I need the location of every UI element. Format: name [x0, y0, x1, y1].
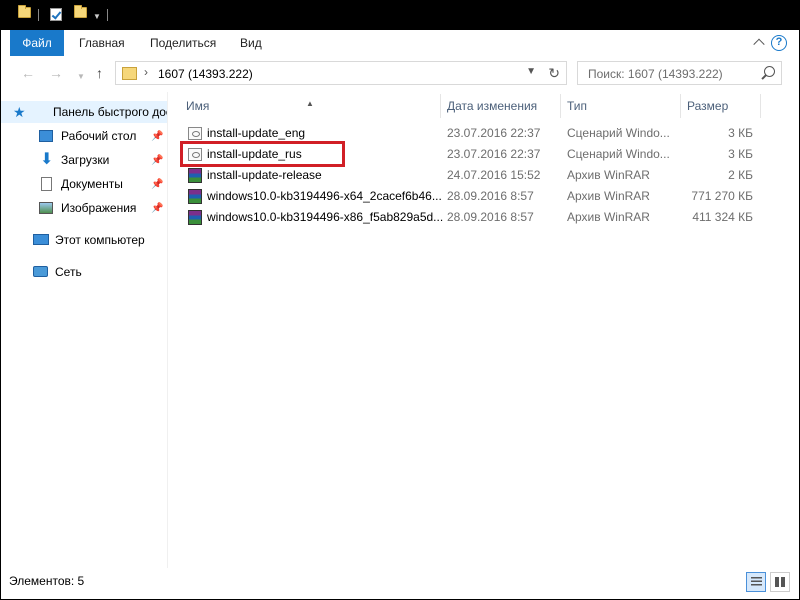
file-size: 411 324 КБ	[692, 210, 753, 224]
toolbar-separator	[38, 9, 39, 21]
large-icons-view-button[interactable]	[770, 572, 790, 592]
pin-icon[interactable]: 📌	[151, 131, 163, 142]
large-icons-view-icon	[775, 577, 786, 587]
title-bar: ▼	[0, 0, 800, 30]
up-arrow-icon[interactable]: ↑	[96, 64, 103, 82]
file-name: windows10.0-kb3194496-x64_2cacef6b46...	[207, 189, 442, 203]
breadcrumb-separator-icon[interactable]: ›	[144, 65, 148, 79]
sidebar-item-label: Изображения	[61, 201, 137, 215]
folder-icon	[122, 67, 137, 80]
folder-icon	[18, 5, 31, 23]
sidebar-item-label: Панель быстрого доступа	[53, 105, 167, 119]
sort-ascending-icon: ▲	[306, 99, 314, 108]
file-date: 28.09.2016 8:57	[447, 210, 534, 224]
desktop-icon	[39, 130, 53, 142]
back-arrow-icon[interactable]: ←	[21, 64, 35, 82]
file-row[interactable]: windows10.0-kb3194496-x64_2cacef6b46... …	[182, 186, 762, 207]
file-size: 3 КБ	[728, 126, 753, 140]
address-dropdown-icon[interactable]: ▼	[526, 66, 536, 77]
file-type: Сценарий Windo...	[567, 126, 670, 140]
file-type: Сценарий Windo...	[567, 147, 670, 161]
search-input[interactable]: Поиск: 1607 (14393.222)	[577, 61, 782, 85]
recent-locations-caret-icon[interactable]: ▼	[77, 68, 85, 86]
sidebar-item-this-pc[interactable]: Этот компьютер	[33, 229, 145, 251]
file-type: Архив WinRAR	[567, 189, 650, 203]
column-header-name[interactable]: Имя ▲	[168, 94, 441, 118]
file-name: windows10.0-kb3194496-x86_f5ab829a5d...	[207, 210, 444, 224]
column-header-label: Размер	[687, 99, 729, 113]
ribbon: Файл Главная Поделиться Вид ?	[0, 30, 800, 56]
details-view-icon	[751, 577, 762, 587]
network-icon	[33, 266, 48, 277]
sidebar-item-label: Загрузки	[61, 153, 110, 167]
column-header-label: Имя	[186, 99, 210, 113]
file-size: 2 КБ	[728, 168, 753, 182]
help-icon[interactable]: ?	[771, 35, 787, 51]
sidebar-item-label: Рабочий стол	[61, 129, 137, 143]
details-view-button[interactable]	[746, 572, 766, 592]
customize-toolbar-caret-icon[interactable]: ▼	[93, 12, 101, 21]
file-type: Архив WinRAR	[567, 210, 650, 224]
file-row[interactable]: install-update-release 24.07.2016 15:52 …	[182, 165, 762, 186]
winrar-archive-icon	[188, 210, 202, 225]
sidebar-item-pictures[interactable]: Изображения	[39, 197, 136, 219]
toolbar-separator	[107, 9, 108, 21]
status-bar: Элементов: 5	[0, 568, 800, 600]
expand-ribbon-chevron-icon[interactable]	[753, 38, 765, 50]
search-icon[interactable]	[764, 66, 775, 77]
tab-file[interactable]: Файл	[10, 30, 64, 56]
downloads-icon: ⬇	[40, 151, 54, 168]
file-size: 771 270 КБ	[691, 189, 753, 203]
computer-icon	[33, 234, 49, 245]
refresh-icon[interactable]: ↻	[548, 65, 560, 82]
sidebar-item-downloads[interactable]: ⬇ Загрузки	[39, 149, 109, 171]
sidebar-item-label: Сеть	[55, 265, 82, 279]
column-header-label: Тип	[567, 99, 588, 113]
pictures-icon	[39, 202, 53, 214]
tab-view[interactable]: Вид	[230, 30, 272, 56]
highlight-box	[180, 141, 345, 167]
sidebar-item-quick-access[interactable]: ★ Панель быстрого доступа	[1, 101, 167, 123]
main-content: ★ Панель быстрого доступа Рабочий стол 📌…	[0, 92, 800, 568]
sidebar-item-network[interactable]: Сеть	[33, 261, 82, 283]
file-date: 28.09.2016 8:57	[447, 189, 534, 203]
file-type: Архив WinRAR	[567, 168, 650, 182]
column-header-label: Дата изменения	[447, 99, 538, 113]
pin-icon[interactable]: 📌	[151, 179, 163, 190]
sidebar-item-documents[interactable]: Документы	[39, 173, 123, 195]
pin-icon[interactable]: 📌	[151, 203, 163, 214]
documents-icon	[41, 177, 52, 191]
sidebar-item-label: Документы	[61, 177, 123, 191]
file-date: 23.07.2016 22:37	[447, 147, 541, 161]
breadcrumb-current[interactable]: 1607 (14393.222)	[158, 67, 253, 81]
file-size: 3 КБ	[728, 147, 753, 161]
sidebar-item-desktop[interactable]: Рабочий стол	[39, 125, 136, 147]
script-file-icon	[188, 127, 202, 140]
forward-arrow-icon[interactable]: →	[49, 64, 63, 82]
item-count: Элементов: 5	[9, 574, 85, 588]
new-folder-icon[interactable]	[74, 5, 87, 23]
column-header-date[interactable]: Дата изменения	[441, 94, 561, 118]
star-icon: ★	[13, 104, 26, 120]
winrar-archive-icon	[188, 189, 202, 204]
tab-home[interactable]: Главная	[69, 30, 135, 56]
search-placeholder: Поиск: 1607 (14393.222)	[588, 67, 723, 81]
sidebar-item-label: Этот компьютер	[55, 233, 145, 247]
file-date: 23.07.2016 22:37	[447, 126, 541, 140]
navigation-pane: ★ Панель быстрого доступа Рабочий стол 📌…	[1, 92, 168, 568]
navigation-bar: ← → ▼ ↑ › 1607 (14393.222) ▼ ↻ Поиск: 16…	[0, 56, 800, 92]
properties-icon[interactable]	[50, 8, 62, 21]
tab-share[interactable]: Поделиться	[140, 30, 226, 56]
column-header-type[interactable]: Тип	[561, 94, 681, 118]
address-bar[interactable]: › 1607 (14393.222) ▼ ↻	[115, 61, 567, 85]
column-header-size[interactable]: Размер	[681, 94, 761, 118]
file-date: 24.07.2016 15:52	[447, 168, 541, 182]
pin-icon[interactable]: 📌	[151, 155, 163, 166]
winrar-archive-icon	[188, 168, 202, 183]
file-name: install-update-release	[207, 168, 322, 182]
file-row[interactable]: windows10.0-kb3194496-x86_f5ab829a5d... …	[182, 207, 762, 228]
